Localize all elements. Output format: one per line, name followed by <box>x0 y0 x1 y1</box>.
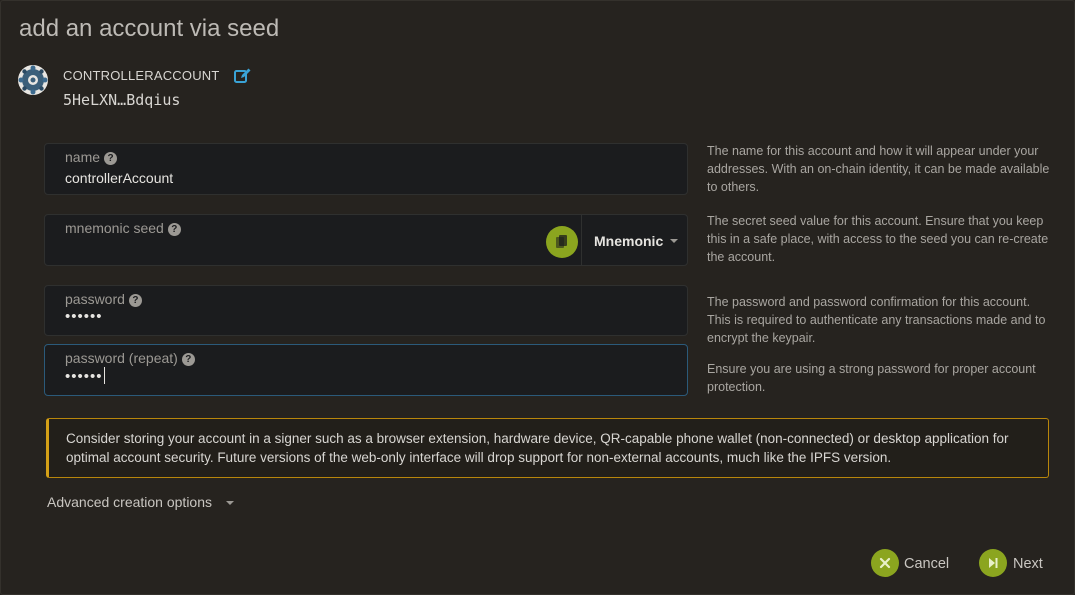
seed-type-value: Mnemonic <box>594 233 664 249</box>
help-icon[interactable]: ? <box>167 223 181 236</box>
identicon-icon[interactable] <box>17 64 49 96</box>
password-input[interactable]: •••••• <box>65 308 103 325</box>
account-name: CONTROLLERACCOUNT <box>63 68 220 83</box>
help-icon[interactable]: ? <box>104 152 118 165</box>
name-input[interactable]: controllerAccount <box>65 170 173 186</box>
account-address: 5HeLXN…Bdqius <box>63 91 181 109</box>
text-caret <box>103 367 105 384</box>
copy-icon <box>556 235 567 248</box>
help-icon[interactable]: ? <box>181 353 195 366</box>
password-repeat-label: password (repeat)? <box>65 350 195 366</box>
password-repeat-field[interactable]: password (repeat)? •••••• <box>44 344 688 396</box>
help-icon[interactable]: ? <box>128 294 142 307</box>
edit-icon[interactable] <box>234 68 251 84</box>
cancel-label: Cancel <box>904 556 950 572</box>
seed-type-dropdown[interactable]: Mnemonic <box>581 215 690 265</box>
seed-field[interactable]: mnemonic seed? Mnemonic <box>44 214 688 266</box>
security-warning: Consider storing your account in a signe… <box>46 418 1049 478</box>
close-icon <box>879 557 891 569</box>
seed-label: mnemonic seed? <box>65 220 181 236</box>
name-field[interactable]: name? controllerAccount <box>44 143 688 195</box>
modal-title: add an account via seed <box>19 15 280 42</box>
advanced-options-toggle[interactable]: Advanced creation options <box>47 494 234 510</box>
chevron-down-icon <box>670 239 678 243</box>
password-repeat-input[interactable]: •••••• <box>65 367 105 385</box>
name-description: The name for this account and how it wil… <box>707 144 1050 194</box>
advanced-options-label: Advanced creation options <box>47 494 212 510</box>
password-repeat-description: Ensure you are using a strong password f… <box>707 362 1036 394</box>
step-forward-icon <box>989 558 998 568</box>
password-label: password? <box>65 291 142 307</box>
next-label: Next <box>1013 556 1043 572</box>
password-description: The password and password confirmation f… <box>707 295 1046 345</box>
cancel-circle <box>871 549 899 577</box>
warning-text: Consider storing your account in a signe… <box>66 431 1009 465</box>
seed-description: The secret seed value for this account. … <box>707 214 1049 264</box>
next-button[interactable]: Next <box>979 549 1045 579</box>
chevron-down-icon <box>225 501 234 505</box>
copy-seed-button[interactable] <box>546 226 578 258</box>
cancel-button[interactable]: Cancel <box>871 549 951 579</box>
name-label: name? <box>65 149 118 165</box>
password-field[interactable]: password? •••••• <box>44 285 688 336</box>
next-circle <box>979 549 1007 577</box>
